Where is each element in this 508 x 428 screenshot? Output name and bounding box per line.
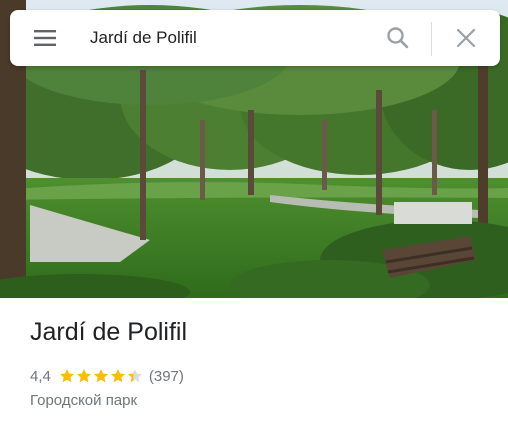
star-icon	[93, 369, 108, 383]
rating-value: 4,4	[30, 367, 51, 385]
search-divider	[431, 22, 432, 56]
menu-button[interactable]	[24, 24, 64, 52]
rating-row: 4,4 (397)	[30, 366, 184, 386]
close-x-icon	[456, 28, 476, 48]
place-title: Jardí de Polifil	[30, 318, 188, 346]
review-count-link[interactable]: (397)	[149, 368, 184, 385]
star-icon	[127, 369, 142, 383]
star-icon	[59, 369, 74, 383]
clear-search-button[interactable]	[450, 24, 482, 52]
hamburger-menu-icon	[34, 30, 56, 46]
star-icon	[110, 369, 125, 383]
search-box	[10, 10, 500, 66]
rating-stars	[59, 368, 143, 384]
place-category: Городской парк	[30, 392, 138, 409]
search-input[interactable]	[90, 24, 370, 52]
search-button[interactable]	[382, 24, 414, 52]
star-icon	[76, 369, 91, 383]
magnifier-icon	[387, 27, 409, 49]
